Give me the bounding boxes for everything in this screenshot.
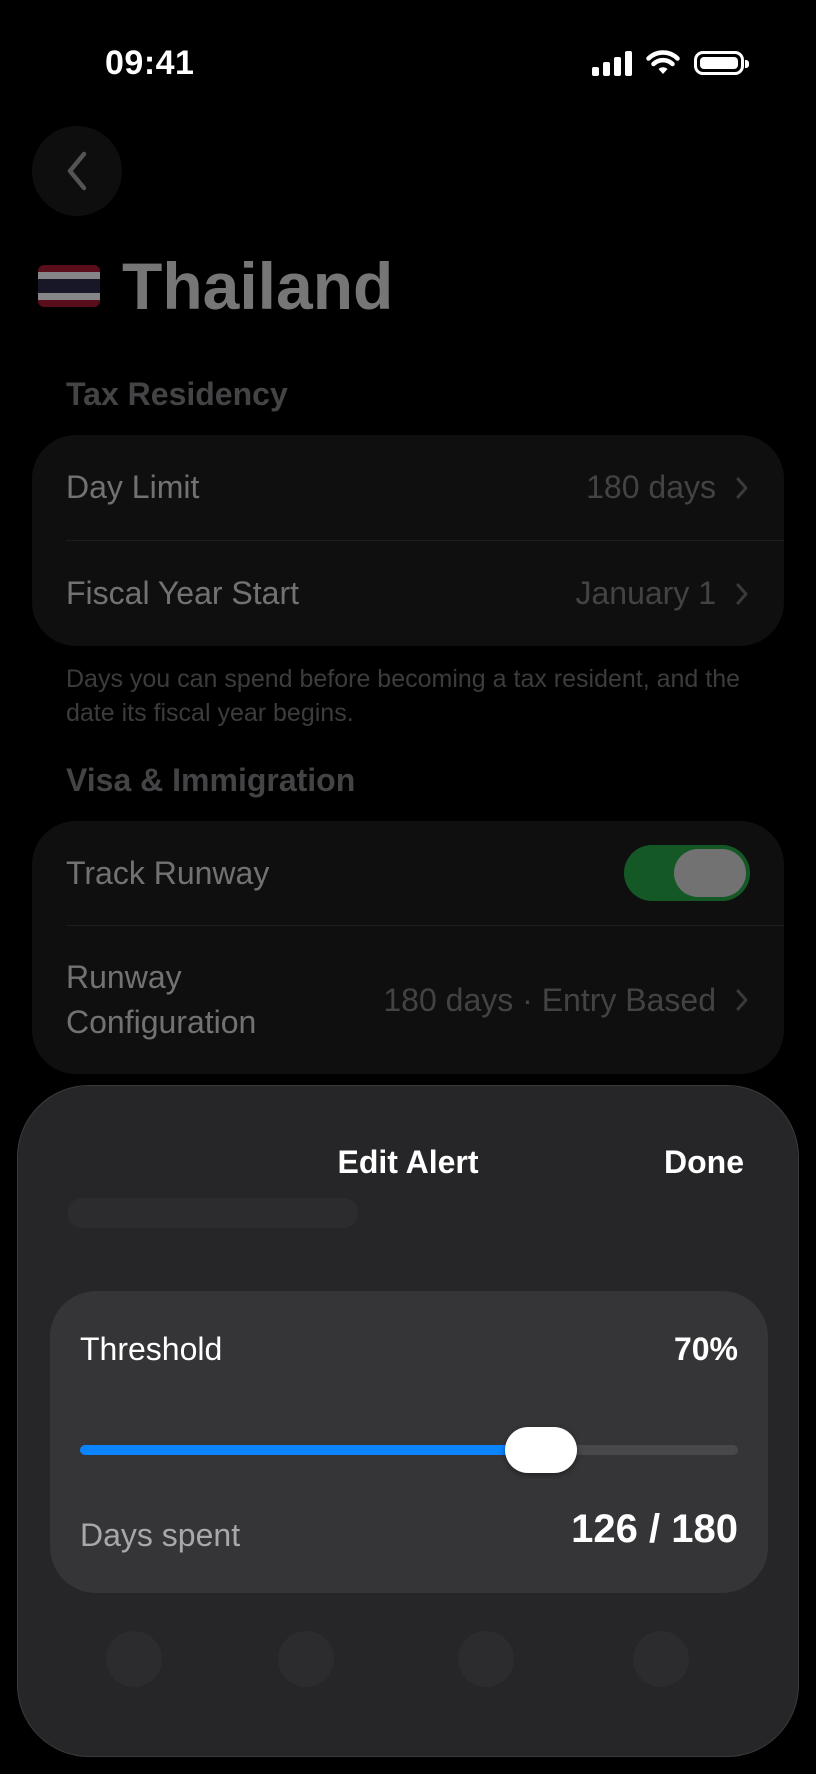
screen: 09:41 Thailand Tax Residency Day Limit 1… [0, 0, 816, 1774]
blurred-tab-icon [633, 1631, 689, 1687]
status-time: 09:41 [105, 44, 195, 82]
tax-residency-footnote: Days you can spend before becoming a tax… [66, 665, 741, 727]
toggle-knob [674, 849, 746, 897]
blurred-tab-icon [106, 1631, 162, 1687]
fiscal-year-start-value: January 1 [575, 575, 716, 611]
days-spent-label: Days spent [80, 1517, 241, 1553]
back-button[interactable] [32, 126, 122, 216]
visa-immigration-header: Visa & Immigration [66, 762, 356, 798]
threshold-label: Threshold [80, 1331, 223, 1367]
wifi-icon [646, 50, 680, 74]
slider-thumb[interactable] [504, 1427, 577, 1473]
edit-alert-sheet: Edit Alert Done Threshold 70% Days spent… [17, 1085, 799, 1757]
chevron-right-icon [736, 989, 748, 1011]
threshold-value: 70% [673, 1331, 738, 1367]
done-button[interactable]: Done [664, 1144, 744, 1181]
title-row: Thailand [38, 248, 393, 324]
runway-configuration-label: Runway Configuration [66, 955, 383, 1045]
blurred-background-text [68, 1198, 358, 1228]
runway-configuration-value: 180 days · Entry Based [383, 981, 716, 1018]
fiscal-year-start-row[interactable]: Fiscal Year Start January 1 [32, 541, 784, 646]
tax-residency-header: Tax Residency [66, 376, 288, 412]
visa-immigration-card: Track Runway Runway Configuration 180 da… [32, 821, 784, 1074]
runway-configuration-label-line-1: Runway [66, 959, 182, 995]
days-spent-value: 126 / 180 [571, 1507, 738, 1551]
track-runway-row: Track Runway [32, 821, 784, 925]
day-limit-row[interactable]: Day Limit 180 days [32, 435, 784, 540]
threshold-slider[interactable] [80, 1427, 738, 1473]
fiscal-year-start-label: Fiscal Year Start [66, 575, 299, 611]
cellular-signal-icon [592, 50, 632, 76]
page-title: Thailand [122, 249, 394, 323]
day-limit-label: Day Limit [66, 469, 200, 505]
slider-fill [80, 1445, 541, 1455]
thailand-flag-icon [38, 265, 100, 307]
chevron-left-icon [67, 151, 87, 191]
blurred-tab-icon [278, 1631, 334, 1687]
tax-residency-card: Day Limit 180 days Fiscal Year Start Jan… [32, 435, 784, 646]
battery-icon [694, 51, 749, 75]
track-runway-toggle[interactable] [624, 845, 750, 901]
day-limit-value: 180 days [586, 469, 716, 505]
status-icons [592, 50, 749, 76]
chevron-right-icon [736, 477, 748, 498]
track-runway-label: Track Runway [66, 854, 270, 891]
runway-configuration-row[interactable]: Runway Configuration 180 days · Entry Ba… [32, 926, 784, 1074]
blurred-tab-icon [458, 1631, 514, 1687]
threshold-card: Threshold 70% Days spent 126 / 180 [50, 1291, 768, 1593]
chevron-right-icon [736, 583, 748, 604]
runway-configuration-label-line-2: Configuration [66, 1004, 257, 1040]
